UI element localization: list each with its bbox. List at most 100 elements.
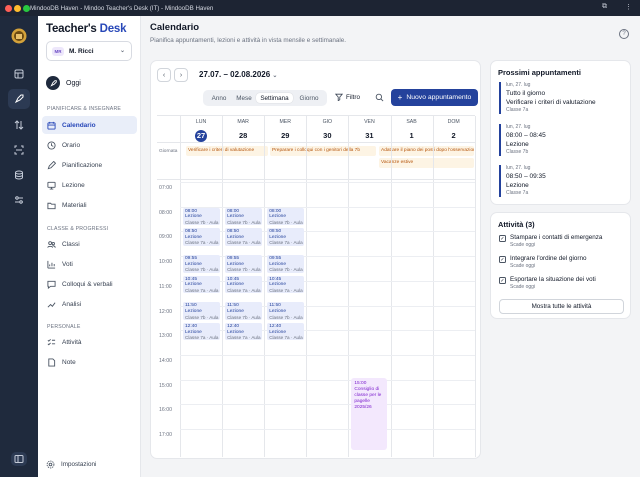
- user-selector[interactable]: MR M. Ricci ⌄: [46, 41, 132, 61]
- sidebar-item-classi[interactable]: Classi: [42, 235, 137, 253]
- activities-card: Attività (3) ✓ Stampare i contatti di em…: [490, 212, 631, 319]
- day-header[interactable]: LUN 27: [180, 116, 222, 142]
- sidebar-item-voti[interactable]: Voti: [42, 255, 137, 273]
- day-number: 28: [222, 125, 264, 143]
- sidebar-item-lezione[interactable]: Lezione: [42, 176, 137, 194]
- minimize-window-button[interactable]: [14, 4, 21, 12]
- help-icon[interactable]: ?: [619, 29, 629, 39]
- filter-button[interactable]: Filtro: [335, 93, 360, 101]
- maximize-window-button[interactable]: [23, 4, 30, 12]
- rocket-icon: [46, 76, 60, 90]
- sidebar-item-materiali[interactable]: Materiali: [42, 196, 137, 214]
- lesson-event[interactable]: 11:50LezioneClasse 7b · Aula 12: [225, 302, 263, 320]
- page-title: Calendario: [150, 22, 200, 33]
- upcoming-item[interactable]: lun, 27. lug 08:50 – 09:35 Lezione Class…: [499, 165, 625, 197]
- view-tab-settimana[interactable]: Settimana: [256, 93, 293, 103]
- rail-database-icon[interactable]: [8, 165, 30, 185]
- sidebar-item-attivita[interactable]: Attività: [42, 333, 137, 351]
- task-text: Esportare la situazione dei voti: [510, 276, 596, 283]
- sidebar-item-settings[interactable]: Impostazioni: [46, 460, 96, 469]
- lesson-event[interactable]: 11:50LezioneClasse 7b · Aula 12: [267, 302, 305, 320]
- day-number: 2: [433, 125, 475, 143]
- lesson-event[interactable]: 09:55LezioneClasse 7b · Aula 12: [183, 255, 220, 273]
- view-tab-giorno[interactable]: Giorno: [294, 93, 324, 103]
- task-checkbox[interactable]: ✓: [499, 277, 506, 284]
- search-icon[interactable]: [375, 93, 384, 102]
- upcoming-class: Classe 7b: [506, 149, 529, 155]
- lesson-event[interactable]: 10:45LezioneClasse 7a · Aula 12: [183, 275, 220, 294]
- council-event[interactable]: 15:00 Consiglio di classe per le pagelle …: [351, 377, 388, 450]
- sidebar-item-note[interactable]: Note: [42, 353, 137, 371]
- sidebar-item-label: Classi: [62, 240, 80, 248]
- rail-sliders-icon[interactable]: [8, 190, 30, 210]
- event-class: Classe 7a · Aula 12: [269, 335, 304, 341]
- sidebar-item-label: Note: [62, 358, 76, 366]
- sidebar-item-orario[interactable]: Orario: [42, 136, 137, 154]
- rail-dashboard-icon[interactable]: [8, 64, 30, 84]
- column-divider: [222, 116, 224, 457]
- upcoming-item[interactable]: lun, 27. lug Tutto il giorno Verificare …: [499, 82, 625, 114]
- upcoming-date: lun, 27. lug: [506, 124, 531, 130]
- lesson-event[interactable]: 12:40LezioneClasse 7a · Aula 12: [183, 322, 220, 341]
- next-week-button[interactable]: ›: [174, 68, 188, 82]
- lesson-event[interactable]: 12:40LezioneClasse 7a · Aula 12: [267, 322, 305, 341]
- folder-icon: [47, 202, 56, 209]
- sidebar-item-calendario[interactable]: Calendario: [42, 116, 137, 134]
- day-header[interactable]: DOM 2: [433, 116, 475, 142]
- rail-panel-toggle-icon[interactable]: [11, 452, 27, 466]
- rail-sort-icon[interactable]: [8, 115, 30, 135]
- lesson-event[interactable]: 09:55LezioneClasse 7b · Aula 12: [225, 255, 263, 273]
- lesson-event[interactable]: 08:00LezioneClasse 7b · Aula 12: [225, 207, 263, 226]
- lesson-event[interactable]: 08:50LezioneClasse 7a · Aula 12: [225, 228, 263, 246]
- chevron-down-icon: ⌄: [272, 73, 278, 79]
- lesson-event[interactable]: 09:55LezioneClasse 7b · Aula 12: [267, 255, 305, 273]
- task-checkbox[interactable]: ✓: [499, 256, 506, 263]
- day-header[interactable]: MER 29: [264, 116, 306, 142]
- view-tab-anno[interactable]: Anno: [206, 93, 232, 103]
- show-all-activities-button[interactable]: Mostra tutte le attività: [499, 299, 624, 314]
- day-number: 27: [180, 125, 222, 143]
- rail-scan-icon[interactable]: [8, 140, 30, 160]
- menu-icon[interactable]: ⋮: [625, 3, 632, 11]
- lesson-event[interactable]: 11:50LezioneClasse 7b · Aula 12: [183, 302, 220, 320]
- upcoming-title: Prossimi appuntamenti: [498, 68, 581, 77]
- task-due: Scade oggi: [510, 242, 536, 248]
- event-class: Classe 7b · Aula 12: [269, 267, 304, 273]
- extensions-icon[interactable]: ⧉: [602, 3, 607, 11]
- lesson-event[interactable]: 10:45LezioneClasse 7a · Aula 12: [225, 275, 263, 294]
- rail-rocket-icon[interactable]: [8, 89, 30, 109]
- task-checkbox[interactable]: ✓: [499, 235, 506, 242]
- sidebar-item-colloqui[interactable]: Colloqui & verbali: [42, 275, 137, 293]
- day-header[interactable]: VEN 31: [348, 116, 390, 142]
- lesson-event[interactable]: 08:00LezioneClasse 7b · Aula 12: [267, 207, 305, 226]
- allday-event[interactable]: Verificare i criteri di valutazione: [186, 146, 268, 156]
- lesson-event[interactable]: 08:50LezioneClasse 7a · Aula 12: [183, 228, 220, 246]
- presentation-icon: [47, 181, 56, 190]
- allday-row: Giornata Verificare i criteri di valutaz…: [157, 142, 475, 180]
- day-header[interactable]: SAB 1: [391, 116, 433, 142]
- upcoming-item[interactable]: lun, 27. lug 08:00 – 08:45 Lezione Class…: [499, 124, 625, 156]
- allday-event[interactable]: Adattare il piano dei posti dopo l'osser…: [379, 146, 474, 156]
- hour-label: 07:00: [159, 185, 172, 191]
- close-window-button[interactable]: [5, 4, 12, 12]
- event-class: Classe 7a · Aula 12: [185, 287, 220, 293]
- lesson-event[interactable]: 08:00LezioneClasse 7b · Aula 12: [183, 207, 220, 226]
- day-header[interactable]: MAR 28: [222, 116, 264, 142]
- prev-week-button[interactable]: ‹: [157, 68, 171, 82]
- date-range-selector[interactable]: 27.07. – 02.08.2026 ⌄: [199, 70, 277, 79]
- lesson-event[interactable]: 08:50LezioneClasse 7a · Aula 12: [267, 228, 305, 246]
- hour-label: 15:00: [159, 382, 172, 389]
- new-appointment-button[interactable]: + Nuovo appuntamento: [391, 89, 478, 106]
- view-tab-mese[interactable]: Mese: [232, 93, 256, 103]
- sidebar-item-pianificazione[interactable]: Pianificazione: [42, 156, 137, 174]
- allday-event[interactable]: Preparare i colloqui con i genitori dell…: [270, 146, 376, 156]
- lesson-event[interactable]: 10:45LezioneClasse 7a · Aula 12: [267, 275, 305, 294]
- upcoming-time: Tutto il giorno: [506, 90, 546, 97]
- lesson-event[interactable]: 12:40LezioneClasse 7a · Aula 12: [225, 322, 263, 341]
- sidebar-item-analisi[interactable]: Analisi: [42, 295, 137, 313]
- upcoming-time: 08:50 – 09:35: [506, 173, 546, 180]
- day-header[interactable]: GIO 30: [306, 116, 348, 142]
- calendar-icon: [47, 121, 56, 130]
- sidebar-item-oggi[interactable]: Oggi: [46, 76, 81, 90]
- allday-event[interactable]: Vacanze estive: [379, 158, 474, 168]
